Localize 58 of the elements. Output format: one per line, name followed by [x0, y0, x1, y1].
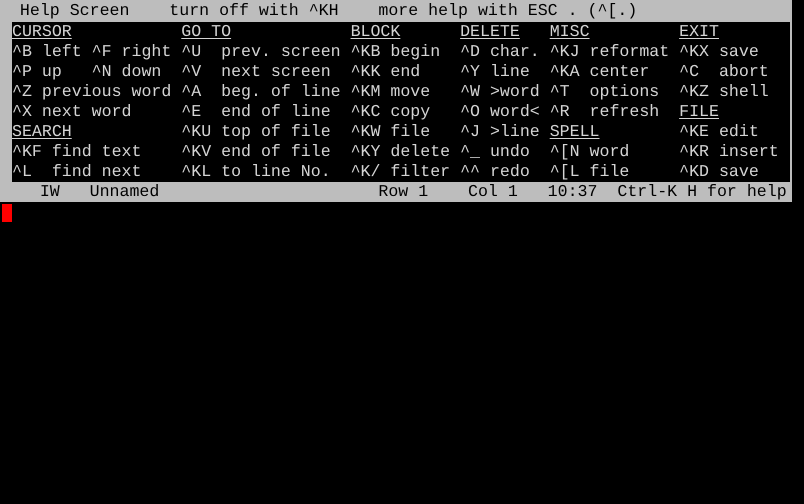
section-heading: SEARCH [12, 122, 72, 142]
shortcut-text: ^KF find text [12, 142, 142, 162]
section-heading: GO TO [181, 22, 232, 42]
status-text: Row 1 [378, 182, 428, 202]
status-text: Col 1 [468, 182, 518, 202]
shortcut-text: ^D char. [460, 42, 540, 62]
section-heading: MISC [550, 22, 590, 42]
shortcut-text: ^C abort [679, 62, 769, 82]
shortcut-text: ^Z previous word [12, 82, 172, 102]
title-text: more help with ESC . (^[.) [378, 1, 638, 21]
status-text: 10:37 [548, 182, 598, 202]
shortcut-text: ^_ undo [460, 142, 530, 162]
shortcut-text: ^O word< [460, 102, 540, 122]
section-heading: EXIT [679, 22, 719, 42]
shortcut-text: ^U prev. screen [181, 42, 341, 62]
shortcut-text: ^KV end of file [181, 142, 331, 162]
shortcut-text: ^KD save [679, 162, 759, 182]
section-heading: FILE [679, 102, 719, 122]
shortcut-text: ^E end of line [181, 102, 331, 122]
shortcut-text: ^W >word [460, 82, 540, 102]
shortcut-text: ^KE edit [679, 122, 759, 142]
title-text: turn off with ^KH [169, 1, 339, 21]
shortcut-text: ^Y line [460, 62, 530, 82]
shortcut-text: ^X next word [12, 102, 132, 122]
shortcut-text: ^K/ filter [350, 162, 450, 182]
shortcut-text: ^KK end [350, 62, 420, 82]
shortcut-text: ^KJ reformat [550, 42, 670, 62]
shortcut-text: ^KU top of file [181, 122, 331, 142]
shortcut-text: ^KB begin [350, 42, 440, 62]
shortcut-text: ^L find next [12, 162, 142, 182]
section-heading: CURSOR [12, 22, 72, 42]
status-text: Unnamed [90, 182, 160, 202]
title-text: Help Screen [20, 1, 130, 21]
shortcut-text: ^[N word [550, 142, 630, 162]
shortcut-text: ^P up ^N down [12, 62, 162, 82]
shortcut-text: ^KL to line No. [181, 162, 331, 182]
shortcut-text: ^KR insert [679, 142, 779, 162]
section-heading: DELETE [460, 22, 520, 42]
shortcut-text: ^B left ^F right [12, 42, 172, 62]
text-cursor [2, 204, 12, 222]
shortcut-text: ^KA center [550, 62, 650, 82]
shortcut-text: ^KZ shell [679, 82, 769, 102]
shortcut-text: ^T options [550, 82, 660, 102]
shortcut-text: ^V next screen [181, 62, 331, 82]
status-text: Ctrl-K H for help [617, 182, 787, 202]
status-text: IW [40, 182, 60, 202]
shortcut-text: ^KW file [350, 122, 430, 142]
shortcut-text: ^KY delete [350, 142, 450, 162]
section-heading: SPELL [550, 122, 600, 142]
shortcut-text: ^R refresh [550, 102, 660, 122]
shortcut-text: ^[L file [550, 162, 630, 182]
shortcut-text: ^KM move [350, 82, 430, 102]
shortcut-text: ^KX save [679, 42, 759, 62]
section-heading: BLOCK [350, 22, 400, 42]
shortcut-text: ^^ redo [460, 162, 530, 182]
shortcut-text: ^J >line [460, 122, 540, 142]
shortcut-text: ^KC copy [350, 102, 430, 122]
shortcut-text: ^A beg. of line [181, 82, 341, 102]
